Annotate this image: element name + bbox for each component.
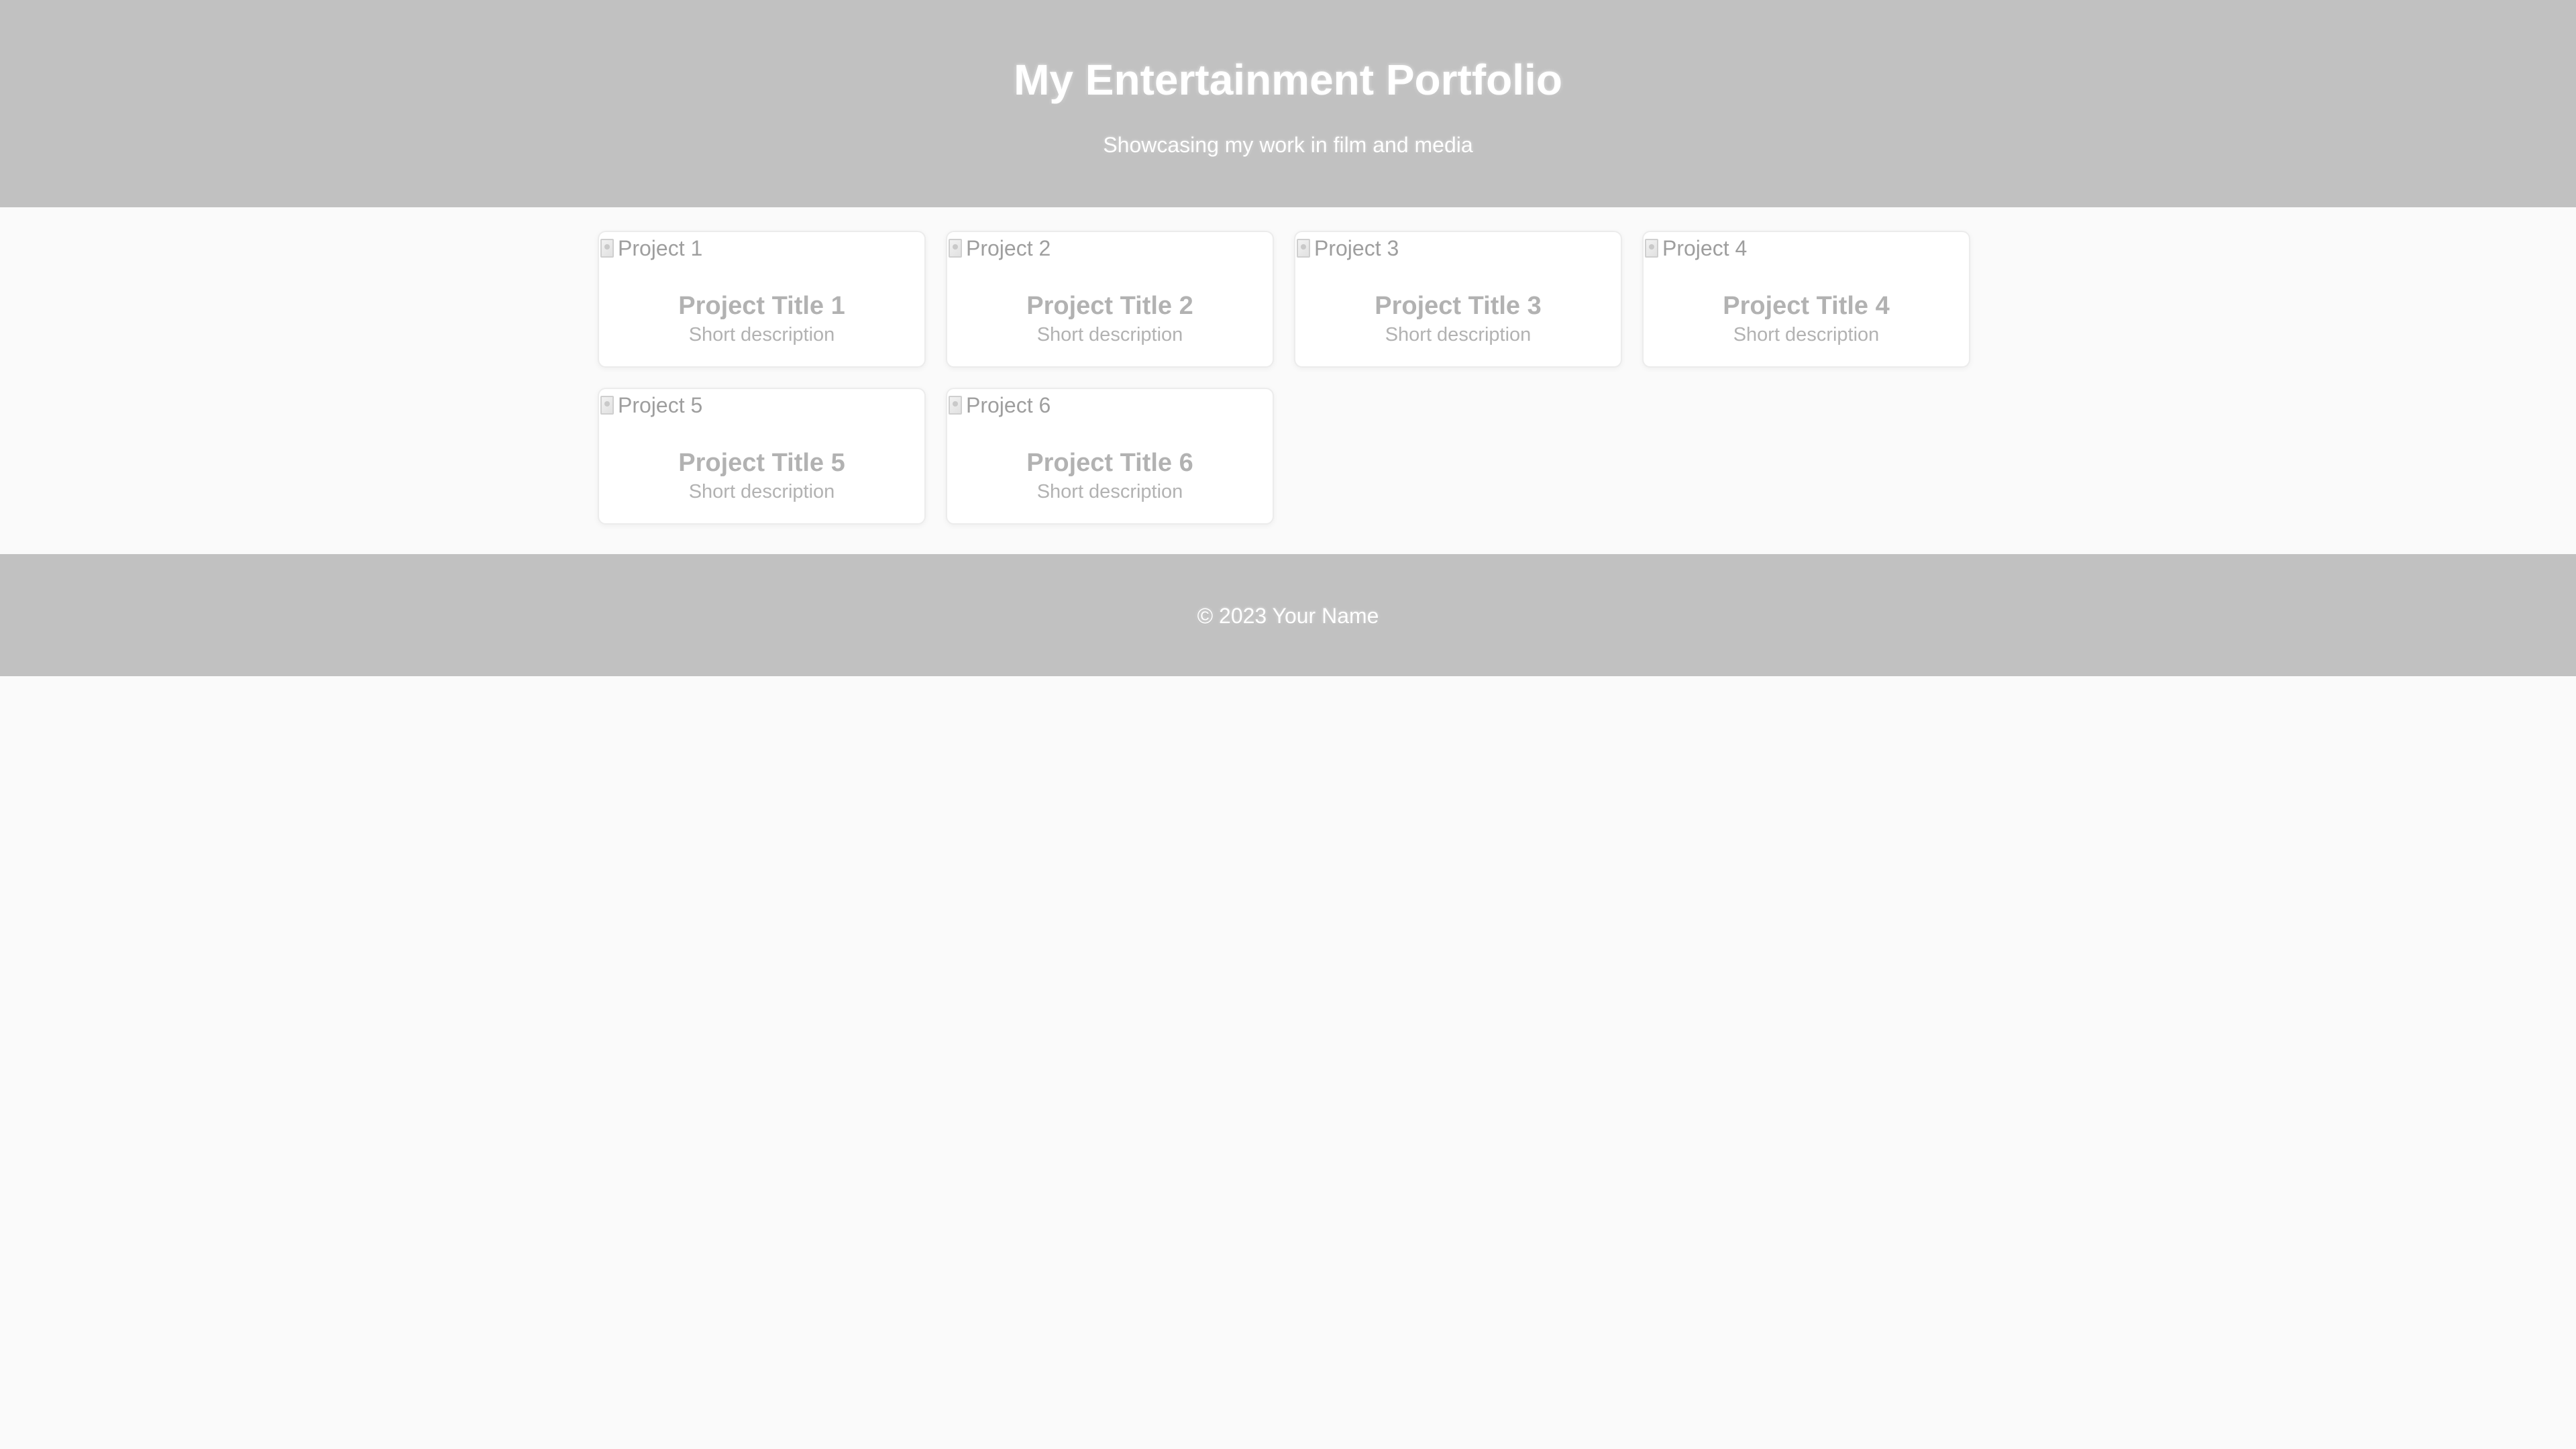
project-image-alt: Project 6	[966, 392, 1051, 417]
broken-image-icon	[600, 239, 614, 258]
project-image-5: Project 5	[599, 389, 702, 421]
broken-image-icon	[1297, 239, 1310, 258]
project-image-alt: Project 2	[966, 235, 1051, 260]
project-card-body: Project Title 4 Short description	[1644, 291, 1969, 346]
page-title: My Entertainment Portfolio	[1014, 56, 1562, 104]
project-card-2[interactable]: Project 2 Project Title 2 Short descript…	[946, 231, 1274, 368]
broken-image-icon	[949, 396, 962, 415]
project-card-1[interactable]: Project 1 Project Title 1 Short descript…	[598, 231, 926, 368]
project-image-3: Project 3	[1295, 232, 1399, 264]
project-description: Short description	[1036, 481, 1183, 502]
project-grid: Project 1 Project Title 1 Short descript…	[598, 231, 1974, 525]
project-title: Project Title 6	[1026, 449, 1193, 477]
project-image-alt: Project 1	[618, 235, 703, 260]
project-image-4: Project 4	[1644, 232, 1747, 264]
project-description: Short description	[688, 324, 835, 345]
site-footer: © 2023 Your Name	[0, 554, 2576, 676]
broken-image-icon	[600, 396, 614, 415]
project-card-body: Project Title 6 Short description	[947, 448, 1273, 503]
copyright-text: © 2023 Your Name	[1197, 604, 1379, 628]
project-image-alt: Project 5	[618, 392, 703, 417]
project-image-6: Project 6	[947, 389, 1051, 421]
project-title: Project Title 1	[678, 292, 845, 320]
project-card-body: Project Title 5 Short description	[599, 448, 924, 503]
project-title: Project Title 4	[1723, 292, 1890, 320]
project-title: Project Title 2	[1026, 292, 1193, 320]
project-description: Short description	[688, 481, 835, 502]
page-subtitle: Showcasing my work in film and media	[1103, 133, 1473, 157]
site-header: My Entertainment Portfolio Showcasing my…	[0, 0, 2576, 207]
project-description: Short description	[1733, 324, 1880, 345]
project-card-3[interactable]: Project 3 Project Title 3 Short descript…	[1294, 231, 1622, 368]
project-description: Short description	[1036, 324, 1183, 345]
project-card-body: Project Title 2 Short description	[947, 291, 1273, 346]
project-title: Project Title 3	[1375, 292, 1542, 320]
project-card-6[interactable]: Project 6 Project Title 6 Short descript…	[946, 388, 1274, 525]
project-image-alt: Project 4	[1662, 235, 1748, 260]
project-card-4[interactable]: Project 4 Project Title 4 Short descript…	[1642, 231, 1970, 368]
broken-image-icon	[949, 239, 962, 258]
broken-image-icon	[1645, 239, 1658, 258]
project-card-body: Project Title 1 Short description	[599, 291, 924, 346]
project-card-5[interactable]: Project 5 Project Title 5 Short descript…	[598, 388, 926, 525]
project-card-body: Project Title 3 Short description	[1295, 291, 1621, 346]
project-title: Project Title 5	[678, 449, 845, 477]
project-description: Short description	[1385, 324, 1532, 345]
project-image-1: Project 1	[599, 232, 702, 264]
project-image-alt: Project 3	[1314, 235, 1399, 260]
project-image-2: Project 2	[947, 232, 1051, 264]
